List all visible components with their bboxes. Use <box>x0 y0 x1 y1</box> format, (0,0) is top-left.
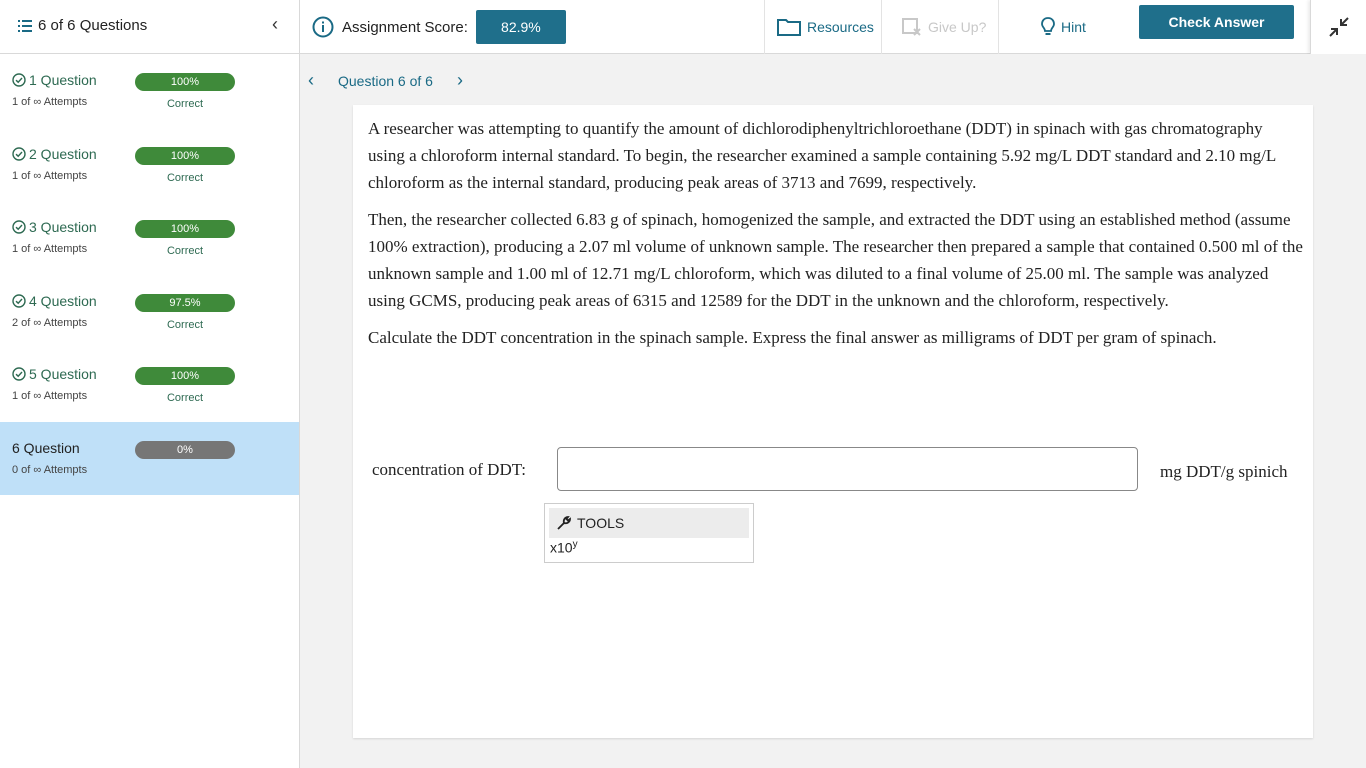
score-bar: 100% <box>135 367 235 385</box>
tools-toggle[interactable]: TOOLS <box>549 508 749 538</box>
question-title: 3 Question <box>12 219 97 235</box>
status-label: Correct <box>166 392 204 404</box>
wrench-icon <box>557 516 571 530</box>
check-circle-icon <box>12 293 26 308</box>
attempts-count: 1 of ∞ Attempts <box>12 96 88 108</box>
question-title: 5 Question <box>12 366 97 382</box>
previous-question-chevron-icon[interactable]: ‹ <box>308 70 314 91</box>
question-sidebar: 1 Question 1 of ∞ Attempts 100% Correct … <box>0 54 300 768</box>
question-title-label: 2 Question <box>29 145 97 162</box>
give-up-button[interactable]: Give Up? <box>881 0 998 54</box>
next-question-chevron-icon[interactable]: › <box>457 70 463 91</box>
tools-label: TOOLS <box>577 515 625 531</box>
question-title-label: 5 Question <box>29 366 97 382</box>
questions-toggle[interactable]: 6 of 6 Questions <box>18 17 147 34</box>
resources-button[interactable]: Resources <box>764 0 881 54</box>
status-label: Correct <box>166 245 204 257</box>
minimize-arrows-icon <box>1328 17 1349 37</box>
attempts-count: 1 of ∞ Attempts <box>12 390 88 402</box>
check-answer-button[interactable]: Check Answer <box>1139 5 1294 39</box>
tools-panel: TOOLS x10y <box>544 503 754 563</box>
question-title: 1 Question <box>12 72 97 88</box>
score-bar: 100% <box>135 73 235 91</box>
question-title-label: 6 Question <box>12 439 80 456</box>
question-title-label: 4 Question <box>29 292 97 309</box>
question-text: A researcher was attempting to quantify … <box>368 115 1303 361</box>
question-title: 6 Question <box>12 440 80 456</box>
question-paragraph: Then, the researcher collected 6.83 g of… <box>368 210 1303 310</box>
sidebar-item-question-2[interactable]: 2 Question 1 of ∞ Attempts 100% Correct <box>0 128 299 202</box>
x10-exponent: y <box>572 539 578 550</box>
collapse-sidebar-chevron-icon[interactable]: ‹ <box>272 14 278 35</box>
hint-button[interactable]: Hint <box>998 0 1124 54</box>
give-up-icon <box>902 18 921 36</box>
question-title-label: 1 Question <box>29 72 97 88</box>
attempts-count: 1 of ∞ Attempts <box>12 243 88 255</box>
status-label: Correct <box>166 171 204 184</box>
info-icon[interactable] <box>312 16 334 38</box>
question-navigator: ‹ Question 6 of 6 › <box>308 70 463 91</box>
resources-label: Resources <box>807 19 874 35</box>
check-circle-icon <box>12 367 26 381</box>
score-bar: 100% <box>135 146 235 165</box>
concentration-answer-input[interactable] <box>557 447 1138 491</box>
attempts-count: 2 of ∞ Attempts <box>12 316 88 329</box>
question-paragraph: A researcher was attempting to quantify … <box>368 119 1276 192</box>
divider <box>299 0 300 54</box>
sidebar-item-question-3[interactable]: 3 Question 1 of ∞ Attempts 100% Correct <box>0 201 299 275</box>
sidebar-item-question-4[interactable]: 4 Question 2 of ∞ Attempts 97.5% Correct <box>0 275 299 349</box>
sidebar-item-question-5[interactable]: 5 Question 1 of ∞ Attempts 100% Correct <box>0 348 299 422</box>
question-card: A researcher was attempting to quantify … <box>353 105 1313 738</box>
top-bar: 6 of 6 Questions ‹ Assignment Score: 82.… <box>0 0 1366 54</box>
question-title: 2 Question <box>12 146 97 162</box>
score-bar: 0% <box>135 440 235 459</box>
question-title-label: 3 Question <box>29 219 97 235</box>
x10-base: x10 <box>550 539 573 556</box>
assignment-score: Assignment Score: 82.9% <box>312 10 566 44</box>
question-title: 4 Question <box>12 293 97 309</box>
status-label: Correct <box>166 318 204 331</box>
sidebar-item-question-6[interactable]: 6 Question 0 of ∞ Attempts 0% <box>0 421 299 495</box>
list-icon <box>18 19 32 32</box>
attempts-count: 0 of ∞ Attempts <box>12 463 88 476</box>
sidebar-item-question-1[interactable]: 1 Question 1 of ∞ Attempts 100% Correct <box>0 54 299 128</box>
collapse-fullscreen-button[interactable] <box>1310 0 1366 54</box>
lightbulb-icon <box>1041 17 1055 35</box>
hint-label: Hint <box>1061 19 1086 35</box>
give-up-label: Give Up? <box>928 19 987 35</box>
check-circle-icon <box>12 146 26 161</box>
status-label: Correct <box>166 98 204 110</box>
folder-icon <box>777 19 801 36</box>
check-circle-icon <box>12 220 26 234</box>
question-paragraph: Calculate the DDT concentration in the s… <box>368 328 1217 347</box>
answer-label: concentration of DDT: <box>372 460 526 479</box>
score-value: 82.9% <box>475 10 566 44</box>
score-bar: 100% <box>135 220 235 238</box>
answer-unit: mg DDT/g spinich <box>1160 462 1288 481</box>
scientific-notation-button[interactable]: x10y <box>550 539 578 556</box>
score-label: Assignment Score: <box>342 18 468 36</box>
score-bar: 97.5% <box>135 293 235 312</box>
question-nav-label: Question 6 of 6 <box>338 72 433 89</box>
questions-toggle-label: 6 of 6 Questions <box>38 17 148 34</box>
attempts-count: 1 of ∞ Attempts <box>12 169 88 182</box>
check-circle-icon <box>12 73 26 87</box>
